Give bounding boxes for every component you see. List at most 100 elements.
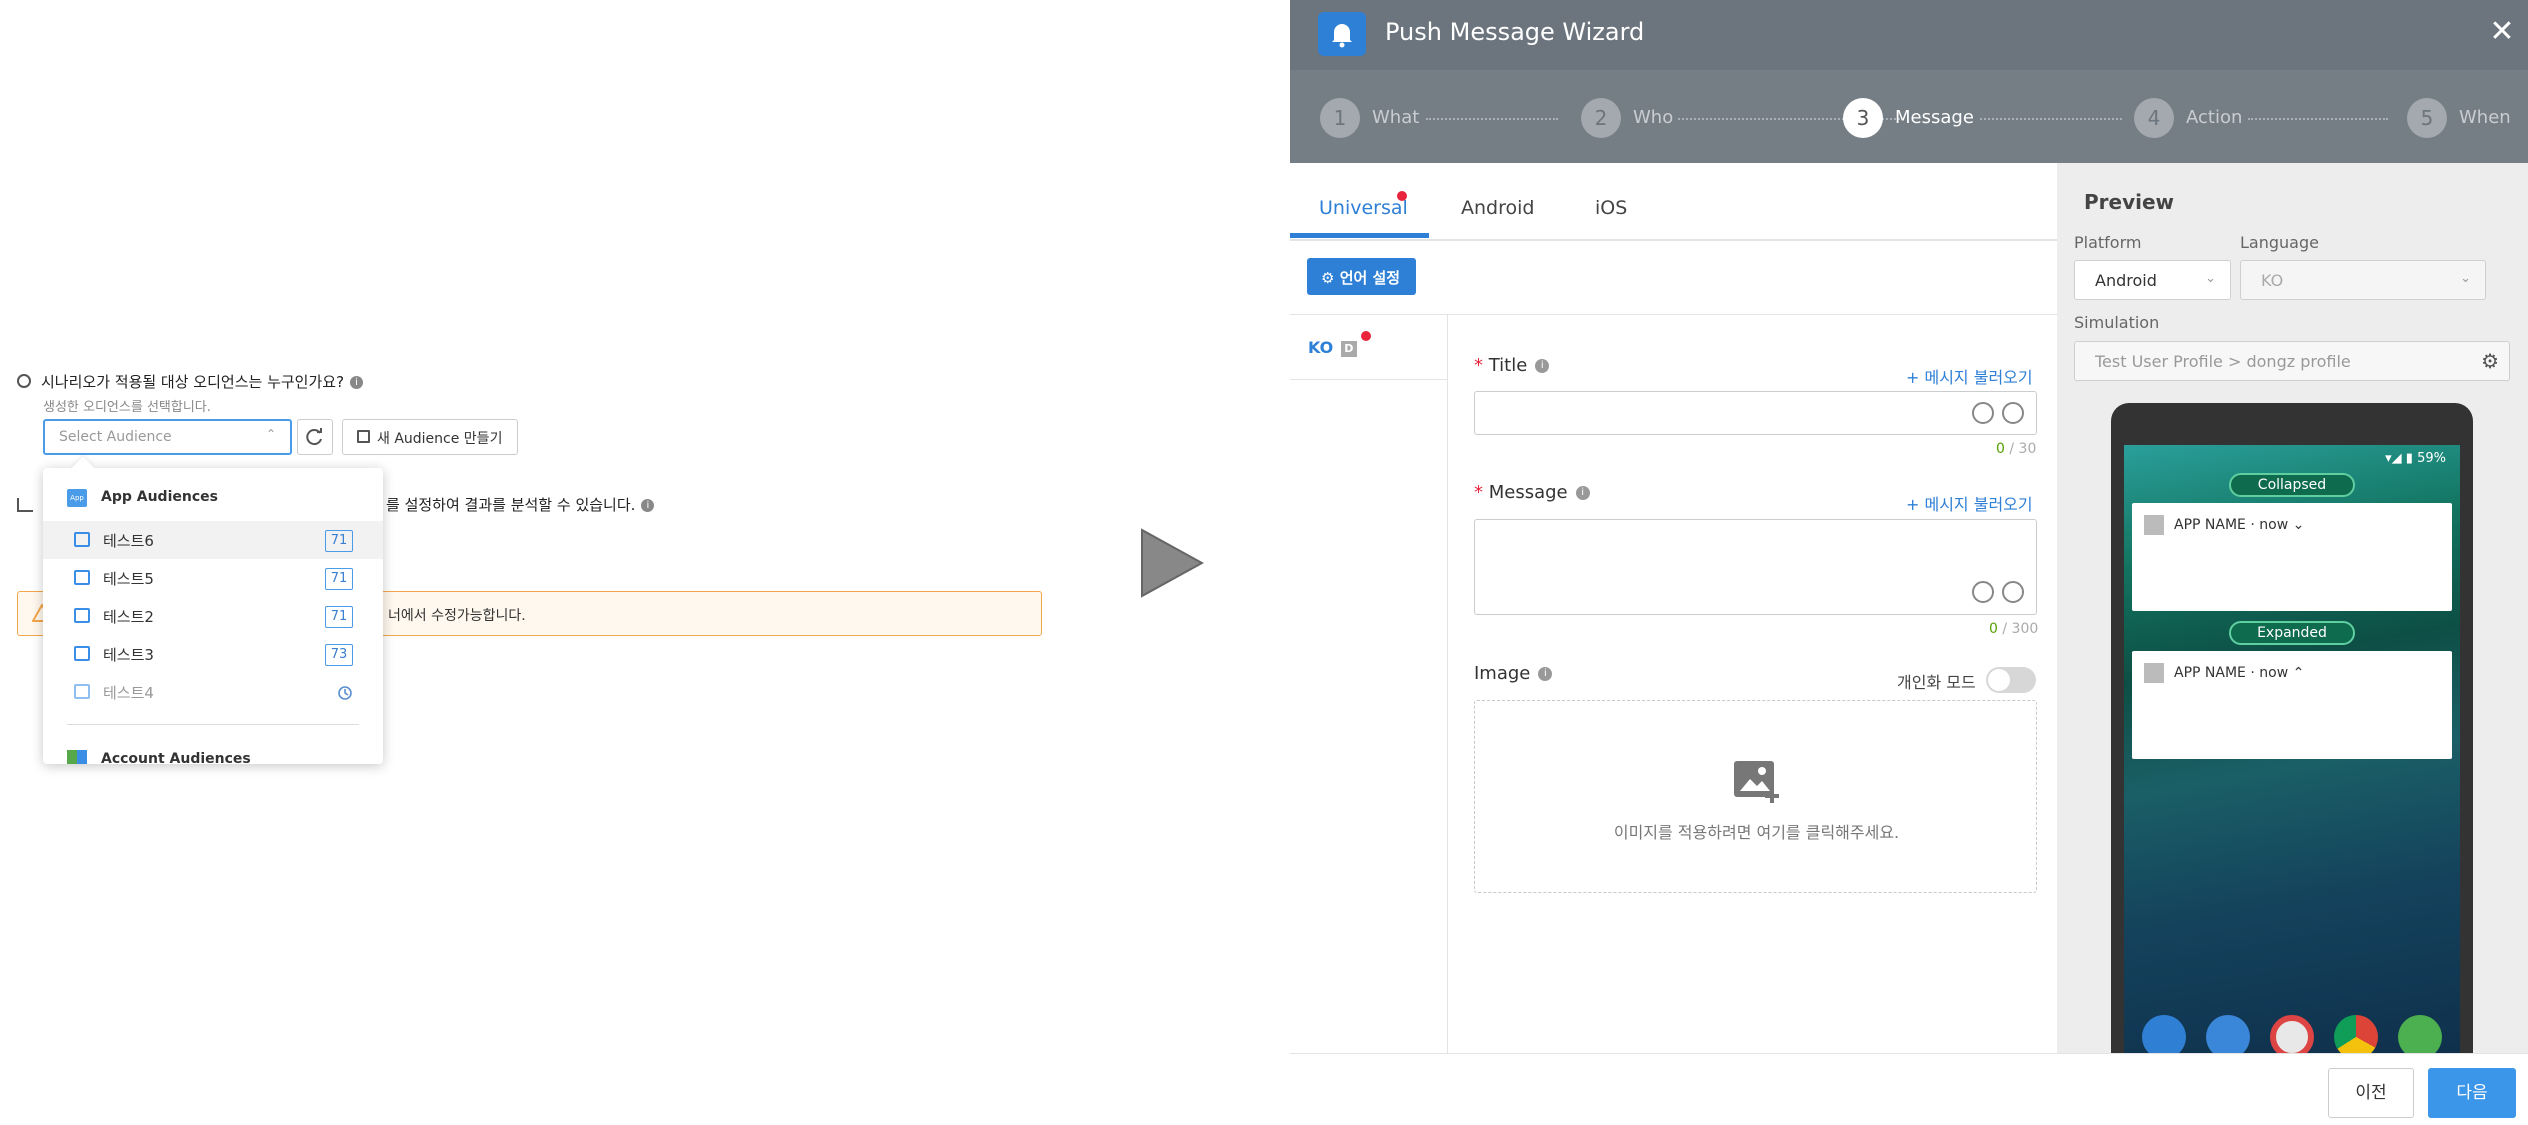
tab-android[interactable]: Android: [1461, 197, 1534, 219]
preview-title: Preview: [2084, 190, 2175, 214]
info-icon[interactable]: i: [1575, 486, 1590, 500]
background-page: 시나리오가 적용될 대상 오디언스는 누구인가요? i 생성한 오디언스를 선택합…: [0, 0, 1290, 1125]
analysis-question: 를 설정하여 결과를 분석할 수 있습니다. i: [386, 494, 655, 515]
tab-ios[interactable]: iOS: [1595, 197, 1627, 219]
target-icon: [17, 374, 31, 388]
emoji-icon[interactable]: [1972, 402, 1994, 424]
wizard-footer: 이전 다음: [1290, 1053, 2528, 1125]
image-hint: 이미지를 적용하려면 여기를 클릭해주세요.: [1613, 823, 1900, 842]
step-number: 2: [1581, 98, 1621, 138]
app-icon: [2144, 663, 2164, 683]
audience-select-placeholder: Select Audience: [59, 429, 172, 445]
platform-value: Android: [2095, 271, 2157, 290]
info-icon[interactable]: i: [641, 499, 655, 512]
expanded-label: Expanded: [2229, 621, 2355, 645]
next-button[interactable]: 다음: [2428, 1068, 2516, 1118]
new-audience-button[interactable]: 새 Audience 만들기: [342, 419, 518, 455]
load-message-link[interactable]: + 메시지 불러오기: [1906, 491, 2033, 515]
calendar-icon: [74, 570, 90, 585]
status-dot: [1397, 191, 1407, 201]
language-select: KO ⌄: [2240, 260, 2486, 300]
step-label: Who: [1633, 107, 1674, 128]
chevron-down-icon: ⌄: [2205, 271, 2216, 286]
item-label: 테스트6: [103, 532, 154, 550]
message-counter: 0 / 300: [1989, 621, 2039, 637]
chevron-down-icon: ⌄: [2460, 271, 2471, 286]
app-audiences-header: App Audiences: [101, 489, 218, 505]
collapsed-label: Collapsed: [2229, 473, 2355, 497]
title-label: * Title i: [1474, 355, 1550, 376]
divider: [1290, 379, 1448, 380]
refresh-icon: [306, 428, 322, 446]
load-message-link[interactable]: + 메시지 불러오기: [1906, 364, 2033, 388]
item-count: 71: [325, 568, 353, 590]
phone-screen: ▾◢ ▮ 59% Collapsed APP NAME · now ⌄ Expa…: [2124, 445, 2460, 1083]
language-settings-label: 언어 설정: [1339, 269, 1401, 287]
dropdown-item[interactable]: 테스트2 71: [43, 597, 383, 635]
language-tab-ko[interactable]: KO D: [1308, 338, 1357, 357]
external-link-icon: [357, 430, 370, 443]
preview-panel: Preview Platform Language Android ⌄ KO ⌄…: [2057, 163, 2528, 1083]
battery-level: 59%: [2417, 451, 2446, 466]
audience-question: 시나리오가 적용될 대상 오디언스는 누구인가요? i: [41, 371, 364, 392]
audience-select[interactable]: Select Audience ⌃: [43, 419, 292, 455]
dropdown-item: 테스트4: [43, 673, 383, 711]
info-icon[interactable]: i: [1538, 667, 1553, 681]
emoji-icon[interactable]: [1972, 581, 1994, 603]
dropdown-item[interactable]: 테스트6 71: [43, 521, 383, 559]
simulation-select[interactable]: Test User Profile > dongz profile ⚙: [2074, 341, 2510, 381]
simulation-label: Simulation: [2074, 313, 2160, 332]
step-label: Message: [1895, 107, 1974, 128]
calendar-icon: [74, 608, 90, 623]
gear-icon[interactable]: ⚙: [2481, 349, 2499, 373]
chart-icon: [17, 498, 33, 512]
previous-button[interactable]: 이전: [2328, 1068, 2414, 1118]
chevron-up-icon: ⌃: [265, 427, 276, 441]
platform-label: Platform: [2074, 233, 2142, 252]
platform-select[interactable]: Android ⌄: [2074, 260, 2231, 300]
active-tab-indicator: [1290, 233, 1429, 238]
item-count: 71: [325, 606, 353, 628]
step-number: 5: [2407, 98, 2447, 138]
status-dot: [1361, 331, 1371, 341]
chevron-down-icon: ⌄: [2292, 517, 2305, 533]
refresh-button[interactable]: [297, 419, 333, 455]
language-tab-label: KO: [1308, 338, 1334, 357]
step-label: When: [2459, 107, 2511, 128]
title-counter: 0 / 30: [1996, 441, 2037, 457]
history-icon: [338, 686, 352, 700]
audience-dropdown: App App Audiences 테스트6 71 테스트5 71 테스트2 7…: [43, 468, 383, 764]
info-icon[interactable]: i: [1535, 359, 1550, 373]
language-value: KO: [2261, 271, 2284, 290]
personal-mode-toggle[interactable]: [1986, 667, 2036, 693]
tab-universal[interactable]: Universal: [1319, 197, 1408, 219]
message-input[interactable]: [1474, 519, 2037, 615]
close-icon[interactable]: ✕: [2484, 14, 2520, 50]
info-icon[interactable]: i: [350, 376, 364, 389]
notification-header: APP NAME · now ⌄: [2174, 517, 2305, 533]
image-label: Image i: [1474, 663, 1553, 684]
dropdown-item[interactable]: 테스트5 71: [43, 559, 383, 597]
item-label: 테스트3: [103, 646, 154, 664]
language-tabs: KO D: [1290, 314, 1448, 1054]
bell-icon: [1318, 12, 1366, 56]
step-number: 1: [1320, 98, 1360, 138]
notification-collapsed: APP NAME · now ⌄: [2132, 503, 2452, 611]
title-input[interactable]: [1474, 391, 2037, 435]
item-label: 테스트2: [103, 608, 154, 626]
dropdown-item[interactable]: 테스트3 73: [43, 635, 383, 673]
app-icon: [2144, 515, 2164, 535]
personalize-icon[interactable]: [2002, 581, 2024, 603]
audience-subtext: 생성한 오디언스를 선택합니다.: [43, 400, 211, 415]
image-dropzone[interactable]: 이미지를 적용하려면 여기를 클릭해주세요.: [1474, 700, 2037, 893]
language-label: Language: [2240, 233, 2319, 252]
personal-mode-label: 개인화 모드: [1897, 673, 1976, 692]
step-number: 4: [2134, 98, 2174, 138]
wizard-steps: 1 What 2 Who 3 Message 4 Action 5 When: [1290, 70, 2528, 163]
personalize-icon[interactable]: [2002, 402, 2024, 424]
step-connector: [2248, 118, 2388, 120]
language-settings-button[interactable]: ⚙ 언어 설정: [1307, 258, 1416, 295]
notification-expanded: APP NAME · now ⌃: [2132, 651, 2452, 759]
step-label: What: [1372, 107, 1420, 128]
item-count: 73: [325, 644, 353, 666]
